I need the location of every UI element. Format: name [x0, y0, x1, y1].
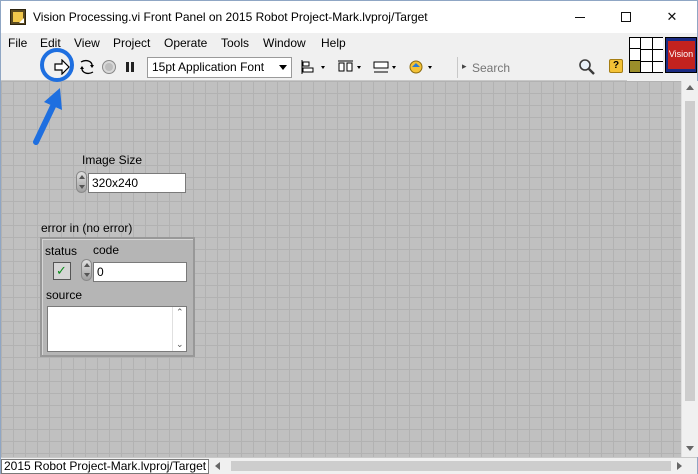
scroll-down-icon[interactable]: [686, 446, 694, 451]
font-selector[interactable]: 15pt Application Font: [147, 57, 292, 78]
code-field[interactable]: 0: [93, 262, 187, 282]
resize-objects-icon: [373, 61, 396, 73]
resize-objects-button[interactable]: [371, 57, 401, 77]
maximize-icon: [621, 12, 631, 22]
status-label: status: [45, 244, 78, 258]
menu-window[interactable]: Window: [263, 36, 306, 50]
search-box: ▸: [457, 57, 607, 78]
chevron-up-icon[interactable]: ⌃: [176, 308, 184, 318]
abort-button[interactable]: [100, 57, 118, 77]
menu-view[interactable]: View: [74, 36, 100, 50]
status-bar: 2015 Robot Project-Mark.lvproj/Target: [1, 457, 697, 474]
run-continuously-button[interactable]: [77, 57, 97, 77]
search-input[interactable]: [472, 59, 572, 76]
image-size-label: Image Size: [82, 153, 143, 167]
checkmark-icon: ✓: [56, 264, 67, 279]
menu-operate[interactable]: Operate: [164, 36, 207, 50]
reorder-button[interactable]: [407, 57, 437, 77]
project-target-indicator[interactable]: 2015 Robot Project-Mark.lvproj/Target: [1, 459, 210, 474]
source-scrollbar[interactable]: ⌃ ⌄: [172, 307, 186, 351]
chevron-down-icon: [279, 65, 287, 70]
align-objects-button[interactable]: [300, 57, 330, 77]
scroll-right-icon[interactable]: [677, 462, 682, 470]
reorder-icon: [409, 60, 432, 74]
pause-icon: [126, 62, 134, 72]
vi-icon-label: Vision: [668, 49, 694, 59]
source-field[interactable]: ⌃ ⌄: [47, 306, 187, 352]
search-icon[interactable]: [578, 58, 596, 79]
image-size-increment[interactable]: [76, 171, 87, 193]
minimize-button[interactable]: [557, 1, 603, 33]
chevron-right-icon[interactable]: ▸: [462, 61, 467, 72]
distribute-objects-button[interactable]: [336, 57, 366, 77]
align-objects-icon: [301, 60, 325, 74]
font-selector-value: 15pt Application Font: [152, 60, 265, 74]
menu-file[interactable]: File: [8, 36, 27, 50]
image-size-field[interactable]: 320x240: [88, 173, 186, 193]
close-icon: ✕: [666, 9, 678, 25]
minimize-icon: [575, 16, 585, 18]
code-increment[interactable]: [81, 259, 92, 281]
menu-project[interactable]: Project: [113, 36, 150, 50]
menu-bar: File Edit View Project Operate Tools Win…: [1, 33, 627, 53]
labview-vi-icon: [10, 9, 26, 25]
run-button-highlight-circle: [40, 48, 74, 82]
scroll-up-icon[interactable]: [686, 85, 694, 90]
menu-help[interactable]: Help: [321, 36, 346, 50]
toolbar: 15pt Application Font ▸ Search ?: [1, 53, 627, 81]
maximize-button[interactable]: [603, 1, 649, 33]
window-title: Vision Processing.vi Front Panel on 2015…: [33, 10, 428, 24]
annotation-arrow-icon: [33, 88, 62, 145]
pause-button[interactable]: [122, 57, 138, 77]
error-in-label: error in (no error): [41, 221, 133, 235]
connector-pane[interactable]: [629, 37, 663, 73]
source-label: source: [46, 288, 83, 302]
scroll-thumb[interactable]: [685, 101, 695, 401]
chevron-down-icon[interactable]: ⌄: [176, 340, 184, 350]
horizontal-scroll-thumb[interactable]: [231, 461, 671, 471]
title-bar: Vision Processing.vi Front Panel on 2015…: [1, 1, 697, 33]
menu-tools[interactable]: Tools: [221, 36, 249, 50]
code-label: code: [93, 243, 120, 257]
vertical-scrollbar[interactable]: [681, 81, 698, 457]
status-checkbox[interactable]: ✓: [53, 262, 71, 280]
distribute-objects-icon: [338, 60, 361, 72]
vi-icon[interactable]: Vision: [665, 37, 697, 73]
abort-icon: [102, 60, 116, 74]
close-button[interactable]: ✕: [649, 1, 695, 33]
context-help-icon[interactable]: ?: [609, 59, 623, 73]
scroll-left-icon[interactable]: [215, 462, 220, 470]
run-continuously-icon: [80, 60, 94, 74]
